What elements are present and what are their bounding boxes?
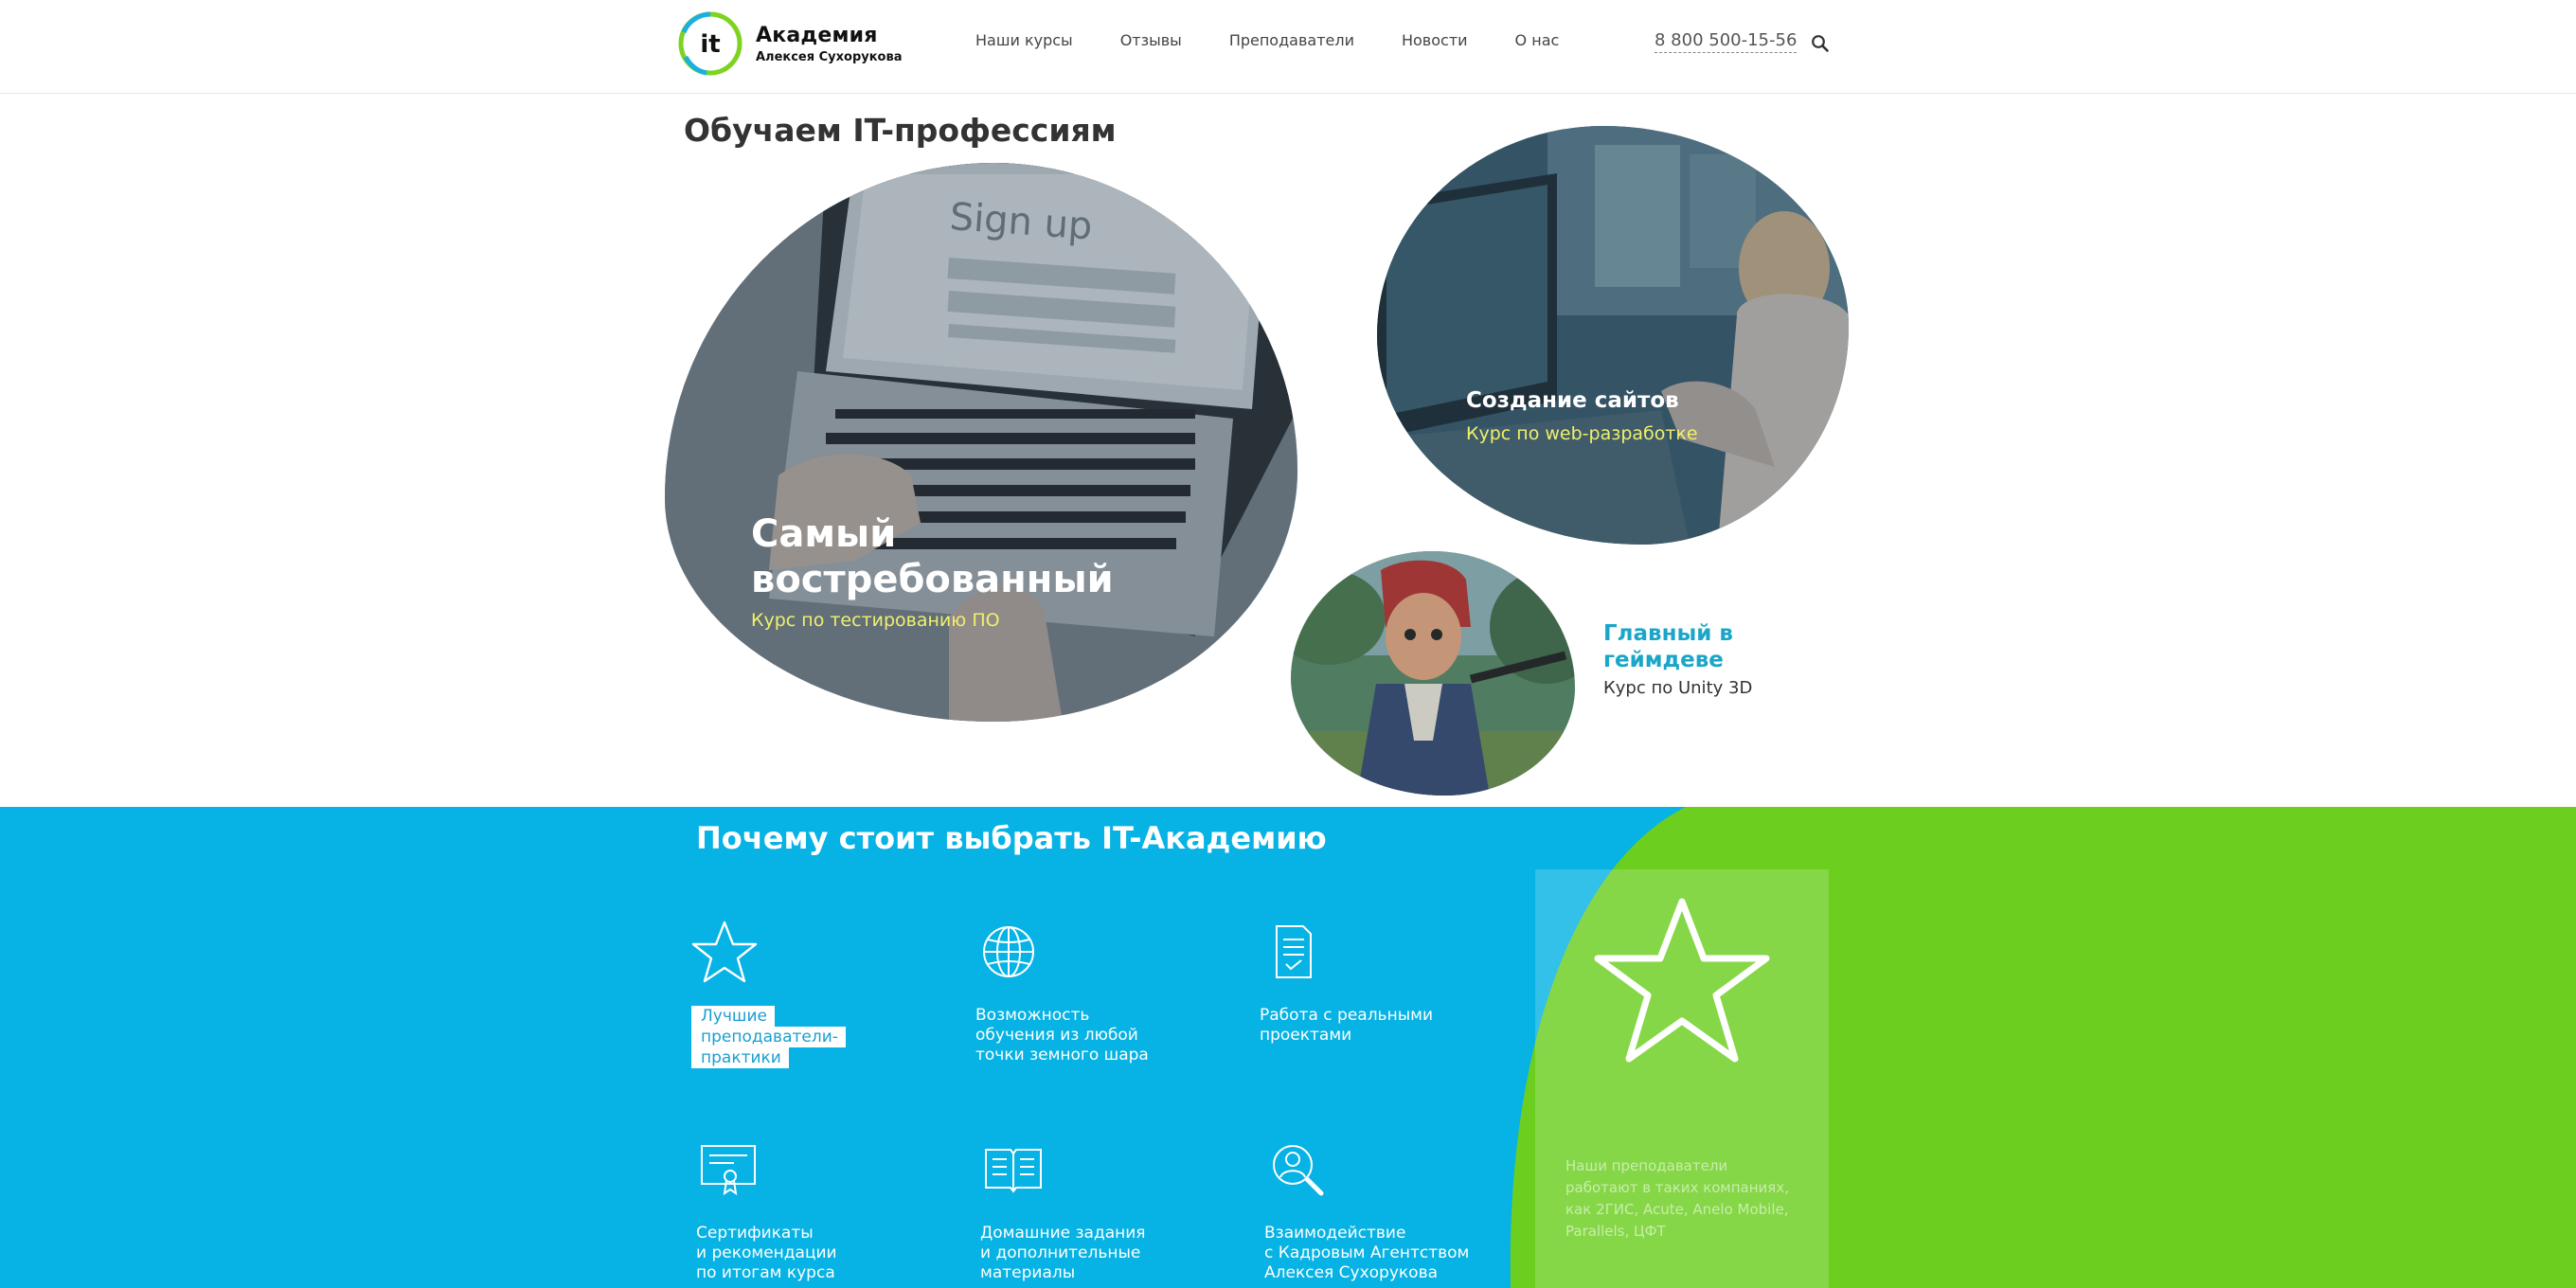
course-title-web[interactable]: Создание сайтов	[1466, 388, 1679, 413]
logo-icon: it	[678, 11, 742, 76]
nav-about[interactable]: О нас	[1515, 31, 1560, 49]
phone-link[interactable]: 8 800 500-15-56	[1655, 30, 1798, 53]
teachers-companies-text: Наши преподаватели работают в таких комп…	[1565, 1157, 1789, 1240]
why-section: Почему стоит выбрать IT-Академию Лучшие …	[0, 807, 2576, 1288]
feature-label-remote: Возможность обучения из любой точки земн…	[975, 1006, 1149, 1064]
main-nav: Наши курсы Отзывы Преподаватели Новости …	[975, 31, 1606, 49]
user-search-icon	[1273, 1145, 1324, 1196]
feature-remote: Возможность обучения из любой точки земн…	[975, 919, 1222, 1065]
feature-label-agency: Взаимодействие с Кадровым Агентством Але…	[1264, 1224, 1470, 1282]
feature-label-certificates: Сертификаты и рекомендации по итогам кур…	[696, 1224, 837, 1282]
course-card-web[interactable]	[1377, 126, 1849, 545]
nav-news[interactable]: Новости	[1402, 31, 1468, 49]
feature-certificates: Сертификаты и рекомендации по итогам кур…	[696, 1136, 942, 1283]
feature-agency: Взаимодействие с Кадровым Агентством Але…	[1264, 1136, 1511, 1283]
web-dev-image	[1377, 126, 1849, 545]
teachers-companies-card: Наши преподаватели работают в таких комп…	[1535, 869, 1829, 1288]
logo-subtitle: Алексея Сухорукова	[756, 49, 903, 64]
course-card-testing[interactable]: Sign up	[665, 163, 1297, 722]
logo[interactable]: it Академия Алексея Сухорукова	[678, 11, 902, 76]
gamedev-image	[1291, 551, 1575, 796]
hero-title: Обучаем IT-профессиям	[684, 112, 1117, 149]
feature-label-teachers: Лучшие преподаватели- практики	[691, 1006, 846, 1068]
feature-label-homework: Домашние задания и дополнительные матери…	[980, 1224, 1146, 1282]
feature-teachers: Лучшие преподаватели- практики	[691, 919, 938, 1068]
document-icon	[1276, 925, 1312, 978]
star-icon	[691, 921, 758, 983]
site-header: it Академия Алексея Сухорукова Наши курс…	[0, 0, 2576, 94]
globe-icon	[983, 926, 1034, 977]
nav-reviews[interactable]: Отзывы	[1120, 31, 1182, 49]
why-title: Почему стоит выбрать IT-Академию	[696, 820, 1327, 856]
logo-title: Академия	[756, 23, 878, 47]
course-title-unity[interactable]: Главный в геймдеве	[1603, 620, 1774, 673]
feature-homework: Домашние задания и дополнительные матери…	[980, 1136, 1226, 1283]
course-title-testing[interactable]: Самый востребованный	[751, 511, 1149, 602]
course-subtitle-testing[interactable]: Курс по тестированию ПО	[751, 610, 1000, 631]
laptop-image: Sign up	[665, 163, 1297, 722]
certificate-icon	[701, 1145, 756, 1196]
feature-label-projects: Работа с реальными проектами	[1260, 1006, 1433, 1045]
feature-projects: Работа с реальными проектами	[1260, 919, 1506, 1046]
course-subtitle-web[interactable]: Курс по web-разработке	[1466, 423, 1698, 444]
logo-mark-text: it	[700, 30, 720, 59]
course-subtitle-unity[interactable]: Курс по Unity 3D	[1603, 678, 1752, 698]
book-icon	[985, 1149, 1042, 1193]
nav-courses[interactable]: Наши курсы	[975, 31, 1073, 49]
big-star-icon	[1594, 898, 1770, 1063]
search-icon[interactable]	[1811, 34, 1830, 53]
course-card-unity[interactable]	[1291, 551, 1575, 796]
nav-teachers[interactable]: Преподаватели	[1229, 31, 1354, 49]
